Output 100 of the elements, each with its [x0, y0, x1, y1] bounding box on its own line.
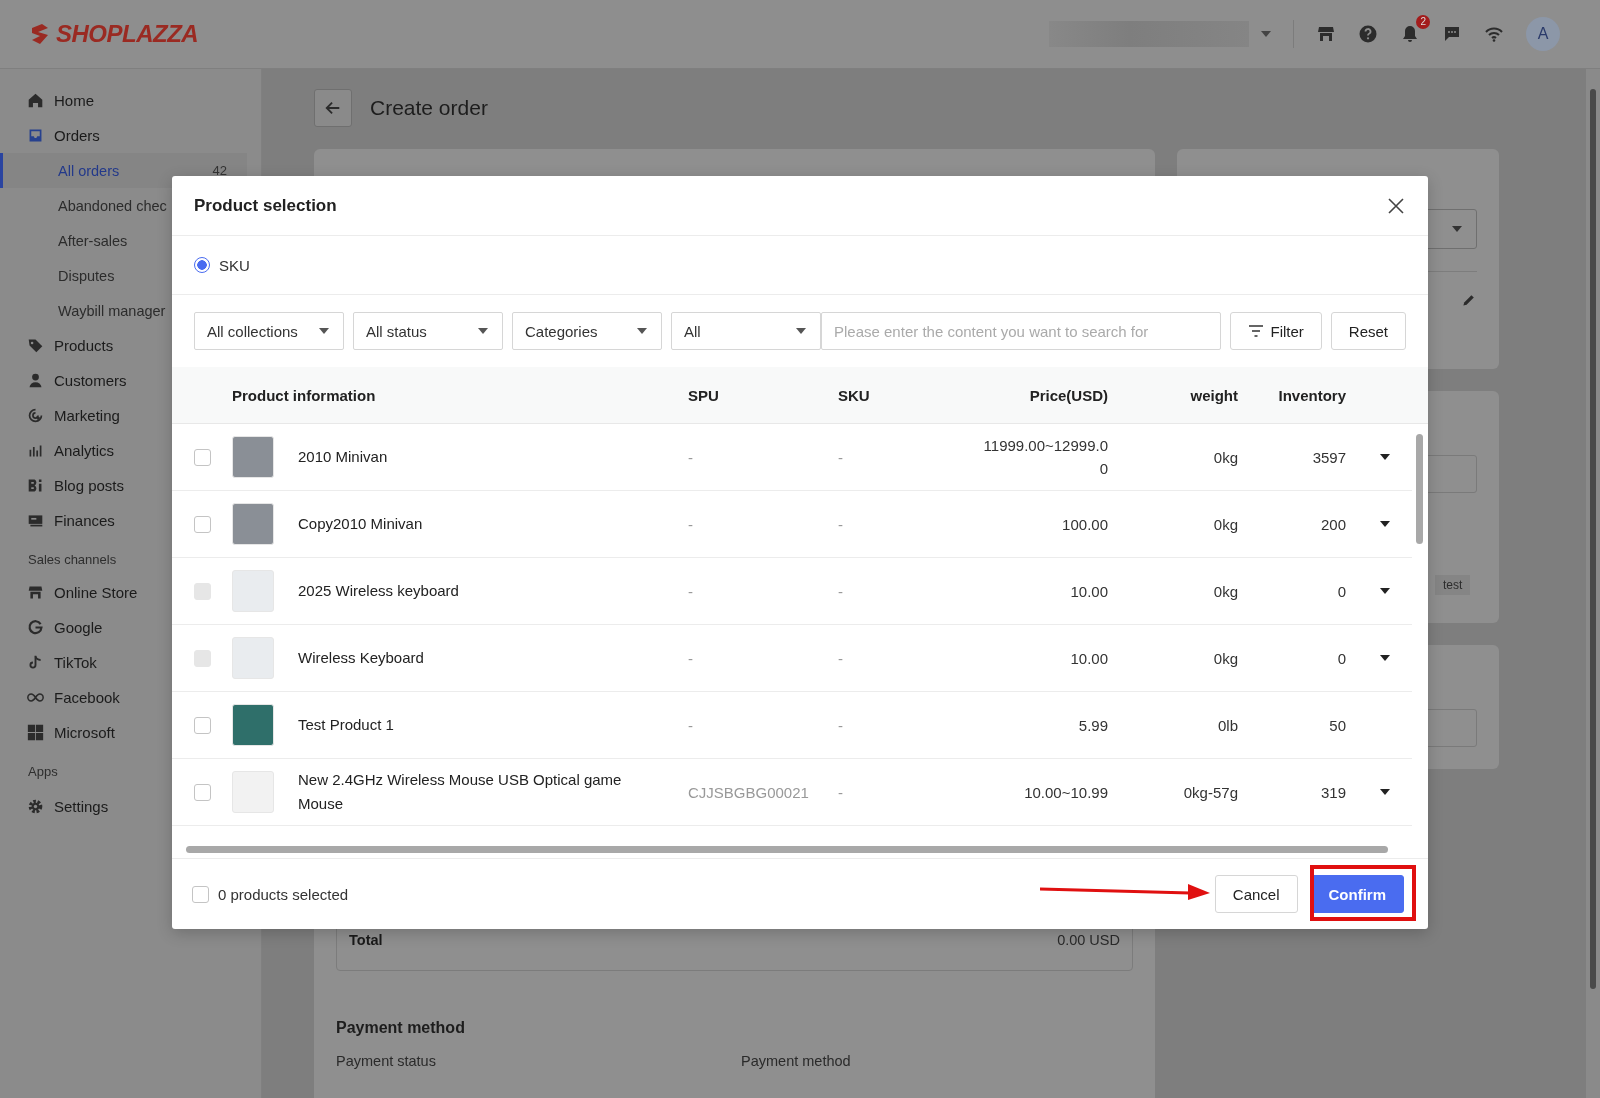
windows-icon: [27, 724, 44, 741]
filter-icon: [1248, 325, 1265, 337]
expand-caret-icon[interactable]: [1380, 789, 1390, 795]
product-name: Copy2010 Minivan: [298, 514, 424, 534]
nav-item[interactable]: Finances: [0, 503, 261, 538]
weight-cell-text: 0kg: [1212, 448, 1238, 466]
nav-item[interactable]: Online Store: [0, 575, 261, 610]
price-cell-text: 10.00: [1069, 648, 1108, 669]
nav-item[interactable]: Orders: [0, 118, 261, 153]
page-scrollbar[interactable]: [1586, 69, 1600, 1098]
sku-cell-text: -: [838, 783, 844, 801]
spu-cell-text: -: [688, 649, 694, 667]
filter-button[interactable]: Filter: [1230, 312, 1322, 350]
section-heading: Sales channels: [28, 552, 117, 567]
photo-placeholder: [232, 704, 274, 746]
google-icon: [27, 619, 44, 636]
weight-cell-text: 0kg: [1212, 582, 1238, 600]
mouse-photo: [232, 771, 274, 813]
caret-icon: [637, 328, 647, 334]
product-name: New 2.4GHz Wireless Mouse USB Optical game Mouse: [298, 770, 623, 814]
nav-item[interactable]: Analytics: [0, 433, 261, 468]
weight-cell-text: 0kg: [1212, 515, 1238, 533]
price-cell-text: 100.00: [1061, 514, 1108, 535]
car-photo: [232, 436, 274, 478]
column-header: Inventory: [1277, 386, 1346, 404]
radio-button[interactable]: [194, 257, 210, 273]
expand-caret-icon[interactable]: [1380, 454, 1390, 460]
blog-icon: [27, 477, 44, 494]
row-checkbox[interactable]: [193, 448, 211, 466]
filter-dropdown[interactable]: All collections: [194, 312, 344, 350]
spu-cell-text: CJJSBGBG00021: [688, 783, 810, 801]
caret-icon: [1452, 226, 1462, 232]
finance-icon: [27, 512, 44, 529]
tag-icon: [27, 337, 44, 354]
column-header: weight: [1189, 386, 1238, 404]
sku-cell-text: -: [838, 582, 844, 600]
help-icon[interactable]: [1358, 24, 1378, 44]
expand-caret-icon[interactable]: [1380, 521, 1390, 527]
back-arrow-icon: [324, 99, 342, 117]
section-heading: Apps: [28, 764, 58, 779]
row-checkbox[interactable]: [193, 716, 211, 734]
row-checkbox[interactable]: [193, 783, 211, 801]
nav-item[interactable]: Facebook: [0, 680, 261, 715]
inventory-cell-text: 3597: [1311, 448, 1346, 466]
caret-icon: [796, 328, 806, 334]
spu-cell-text: -: [688, 716, 694, 734]
avatar[interactable]: A: [1526, 17, 1560, 51]
reset-button[interactable]: Reset: [1330, 312, 1406, 350]
field-label: Payment method: [741, 1053, 852, 1069]
nav-item[interactable]: Home: [0, 83, 261, 118]
bell-icon[interactable]: [1400, 24, 1420, 44]
product-name: 2010 Minivan: [298, 447, 389, 467]
nav-item[interactable]: Google: [0, 610, 261, 645]
cancel-button[interactable]: Cancel: [1214, 875, 1298, 913]
nav-item[interactable]: Microsoft: [0, 715, 261, 750]
keyboard-photo: [232, 570, 274, 612]
car-photo: [232, 503, 274, 545]
caret-icon: [319, 328, 329, 334]
nav-item[interactable]: Blog posts: [0, 468, 261, 503]
bar-chart-icon: [27, 442, 44, 459]
search-field[interactable]: Please enter the content you want to search for: [821, 312, 1222, 350]
store-icon: [27, 584, 44, 601]
filter-dropdown[interactable]: Categories: [512, 312, 662, 350]
nav-item[interactable]: Settings: [0, 789, 261, 824]
total-value: 0.00 USD: [1057, 932, 1120, 948]
radio-label: SKU: [219, 256, 250, 274]
select-all-checkbox[interactable]: [192, 885, 209, 903]
product-name: Test Product 1: [298, 715, 395, 735]
settings-icon: [27, 798, 44, 815]
section-title: Payment method: [336, 1019, 466, 1037]
inventory-cell-text: 0: [1336, 582, 1346, 600]
price-cell-text: 11999.00~12999.00: [982, 436, 1108, 479]
back-button[interactable]: [314, 89, 352, 127]
target-icon: [27, 407, 44, 424]
selection-count: 0 products selected: [218, 885, 349, 903]
nav-item[interactable]: TikTok: [0, 645, 261, 680]
sku-cell-text: -: [838, 515, 844, 533]
spu-cell-text: -: [688, 448, 694, 466]
pencil-icon[interactable]: [1461, 292, 1477, 308]
dialog-title: Product selection: [194, 195, 337, 216]
price-cell-text: 5.99: [1077, 715, 1108, 736]
filter-dropdown[interactable]: All status: [353, 312, 503, 350]
column-header: Product information: [232, 386, 377, 404]
sku-cell-text: -: [838, 649, 844, 667]
keyboard-photo: [232, 637, 274, 679]
spu-cell-text: -: [688, 515, 694, 533]
weight-cell-text: 0kg-57g: [1182, 783, 1238, 801]
filter-dropdown[interactable]: All: [671, 312, 821, 350]
field-label: Payment status: [336, 1053, 437, 1069]
close-icon[interactable]: [1386, 195, 1406, 216]
radio-option[interactable]: SKU: [194, 256, 250, 274]
chat-icon[interactable]: [1442, 24, 1462, 44]
inventory-cell-text: 0: [1336, 649, 1346, 667]
inventory-cell-text: 200: [1319, 515, 1346, 533]
person-icon: [27, 372, 44, 389]
column-header: SPU: [688, 386, 720, 404]
caret-icon[interactable]: [1261, 31, 1271, 37]
row-checkbox[interactable]: [193, 515, 211, 533]
logo-text: SHOPLAZZA: [56, 20, 199, 48]
store-icon[interactable]: [1316, 24, 1336, 44]
